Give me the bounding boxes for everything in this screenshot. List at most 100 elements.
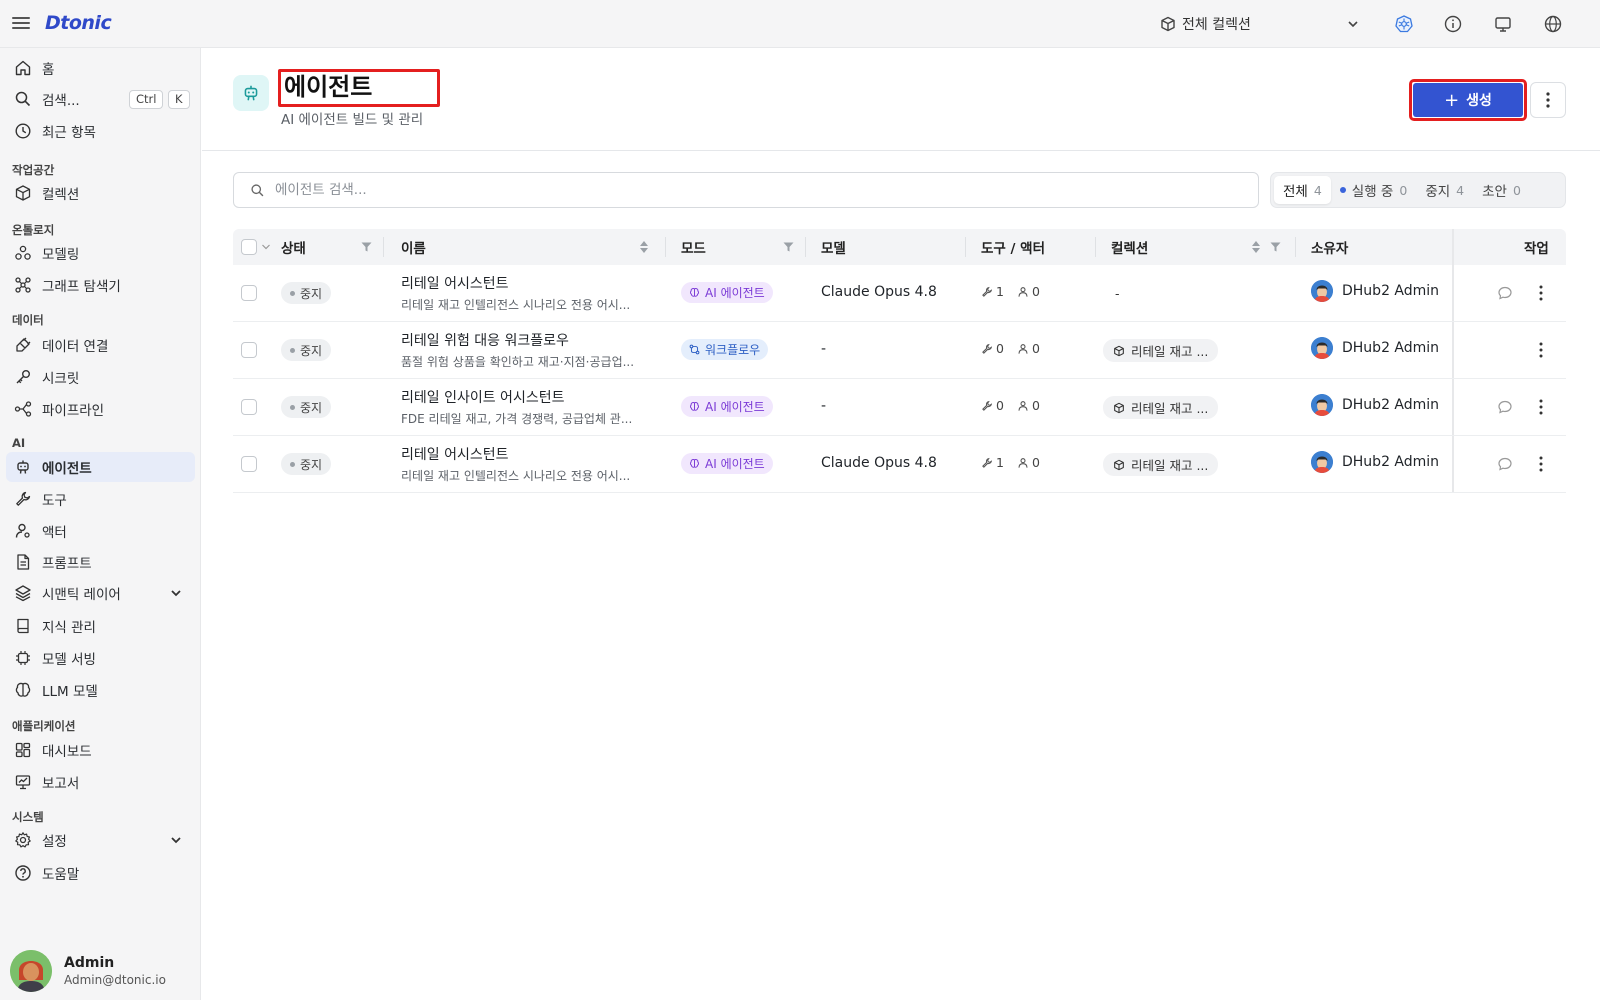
row-checkbox[interactable] — [241, 285, 257, 301]
sidebar-item-actors[interactable]: 액터 — [6, 516, 195, 546]
filter-tab-draft[interactable]: 초안 0 — [1473, 176, 1530, 204]
workflow-icon — [689, 344, 700, 355]
dtonic-logo[interactable]: Dtonic — [45, 12, 112, 34]
row-checkbox[interactable] — [241, 399, 257, 415]
kubernetes-icon[interactable] — [1394, 14, 1414, 34]
user-profile[interactable]: Admin Admin@dtonic.io — [10, 948, 195, 994]
robot-icon — [17, 460, 29, 474]
column-actions: 작업 — [1524, 241, 1549, 257]
sidebar-item-home[interactable]: 홈 — [6, 53, 195, 83]
filter-icon[interactable] — [1270, 242, 1281, 252]
agent-name[interactable]: 리테일 인사이트 어시스턴트 — [401, 387, 651, 407]
sidebar-item-help[interactable]: 도움말 — [6, 858, 195, 888]
home-icon — [15, 60, 31, 76]
chat-icon[interactable] — [1497, 399, 1513, 415]
sidebar-item-tools[interactable]: 도구 — [6, 484, 195, 514]
filter-tab-label: 전체 — [1283, 184, 1308, 200]
column-owner[interactable]: 소유자 — [1311, 229, 1348, 265]
more-vertical-icon — [1546, 92, 1550, 108]
collection-badge[interactable]: 리테일 재고 ... — [1103, 396, 1219, 419]
agent-description: 품절 위험 상품을 확인하고 재고·지점·공급업... — [401, 355, 635, 369]
agent-name[interactable]: 리테일 어시스턴트 — [401, 444, 651, 464]
filter-icon[interactable] — [783, 242, 794, 252]
row-more-icon[interactable] — [1532, 283, 1550, 303]
agent-name[interactable]: 리테일 위험 대응 워크플로우 — [401, 330, 651, 350]
chevron-down-icon[interactable] — [261, 242, 271, 252]
table-row[interactable]: 중지 리테일 어시스턴트 리테일 재고 인텔리전스 시나리오 전용 어시... … — [233, 436, 1566, 493]
column-name[interactable]: 이름 — [401, 229, 426, 265]
select-all-checkbox[interactable] — [241, 239, 257, 255]
status-badge: 중지 — [281, 453, 332, 475]
chat-icon[interactable] — [1497, 456, 1513, 472]
sidebar-item-secrets[interactable]: 시크릿 — [6, 362, 195, 392]
table-row[interactable]: 중지 리테일 인사이트 어시스턴트 FDE 리테일 재고, 가격 경쟁력, 공급… — [233, 379, 1566, 436]
sidebar-item-semantic-layer[interactable]: 시맨틱 레이어 — [6, 578, 195, 608]
search-input[interactable] — [275, 182, 1175, 198]
user-icon — [1018, 343, 1028, 354]
status-badge: 중지 — [281, 396, 332, 418]
row-more-icon[interactable] — [1532, 340, 1550, 360]
sidebar-item-prompts[interactable]: 프롬프트 — [6, 547, 195, 577]
brain-icon — [690, 402, 699, 411]
sort-icon[interactable] — [639, 240, 649, 254]
hamburger-menu-icon[interactable] — [12, 14, 30, 32]
agent-search[interactable] — [233, 172, 1259, 208]
column-status[interactable]: 상태 — [281, 229, 306, 265]
chat-icon[interactable] — [1497, 285, 1513, 301]
section-data: 데이터 — [12, 313, 44, 327]
sidebar-item-reports[interactable]: 보고서 — [6, 767, 195, 797]
more-options-button[interactable] — [1530, 82, 1566, 118]
row-more-icon[interactable] — [1532, 454, 1550, 474]
sidebar-item-llm-models[interactable]: LLM 모델 — [6, 675, 195, 705]
sidebar-item-modeling[interactable]: 모델링 — [6, 238, 195, 268]
filter-tab-stopped[interactable]: 중지 4 — [1416, 176, 1473, 204]
sidebar-item-label: 모델 서빙 — [42, 652, 96, 668]
table-row[interactable]: 중지 리테일 위험 대응 워크플로우 품절 위험 상품을 확인하고 재고·지점·… — [233, 322, 1566, 379]
info-icon[interactable] — [1443, 14, 1463, 34]
sidebar-item-recent[interactable]: 최근 항목 — [6, 116, 195, 146]
sidebar-item-agents[interactable]: 에이전트 — [6, 452, 195, 482]
sidebar-item-collections[interactable]: 컬렉션 — [6, 178, 195, 208]
sidebar-item-knowledge[interactable]: 지식 관리 — [6, 611, 195, 641]
collection-selector[interactable]: 전체 컬렉션 — [1160, 9, 1360, 39]
sidebar-item-graph-explorer[interactable]: 그래프 탐색기 — [6, 270, 195, 300]
row-checkbox[interactable] — [241, 342, 257, 358]
collection-badge[interactable]: 리테일 재고 ... — [1103, 339, 1219, 362]
agent-name[interactable]: 리테일 어시스턴트 — [401, 273, 651, 293]
sidebar-item-label: 시크릿 — [42, 371, 80, 387]
status-badge: 중지 — [281, 282, 332, 304]
filter-icon[interactable] — [361, 242, 372, 252]
owner-cell: DHub2 Admin — [1311, 451, 1439, 473]
page-title: 에이전트 — [278, 69, 440, 107]
sidebar-item-label: 대시보드 — [42, 744, 92, 760]
collection-badge[interactable]: 리테일 재고 ... — [1103, 453, 1219, 476]
agent-page-icon — [233, 75, 269, 111]
create-button[interactable]: + 생성 — [1409, 79, 1527, 121]
column-divider — [383, 237, 384, 257]
sidebar-item-model-serving[interactable]: 모델 서빙 — [6, 643, 195, 673]
filter-tab-running[interactable]: 실행 중 0 — [1331, 176, 1417, 204]
globe-icon[interactable] — [1543, 14, 1563, 34]
monitor-icon[interactable] — [1493, 14, 1513, 34]
column-tools-actors[interactable]: 도구 / 액터 — [981, 229, 1045, 265]
brain-icon — [15, 682, 31, 697]
sidebar-search[interactable]: 검색... Ctrl K — [6, 84, 195, 114]
sidebar-item-data-connection[interactable]: 데이터 연결 — [6, 330, 195, 360]
row-checkbox[interactable] — [241, 456, 257, 472]
sidebar-item-pipeline[interactable]: 파이프라인 — [6, 394, 195, 424]
wrench-icon — [982, 343, 993, 354]
column-collection[interactable]: 컬렉션 — [1111, 229, 1148, 265]
avatar — [1311, 337, 1333, 359]
sort-icon[interactable] — [1251, 240, 1261, 254]
filter-tab-all[interactable]: 전체 4 — [1274, 176, 1331, 204]
plug-icon — [16, 337, 31, 352]
table-row[interactable]: 중지 리테일 어시스턴트 리테일 재고 인텔리전스 시나리오 전용 어시... … — [233, 265, 1566, 322]
row-more-icon[interactable] — [1532, 397, 1550, 417]
sidebar-item-settings[interactable]: 설정 — [6, 825, 195, 855]
sidebar-item-dashboards[interactable]: 대시보드 — [6, 735, 195, 765]
filter-tab-label: 실행 중 — [1351, 184, 1394, 200]
column-mode[interactable]: 모드 — [681, 229, 706, 265]
pipeline-icon — [14, 401, 32, 417]
column-model[interactable]: 모델 — [821, 229, 846, 265]
mode-badge: AI 에이전트 — [681, 453, 773, 474]
